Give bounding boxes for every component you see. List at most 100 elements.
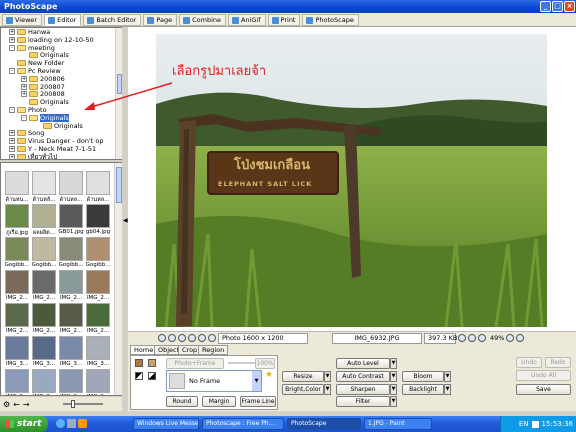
thumbnail-image[interactable] bbox=[5, 237, 29, 261]
auto-contrast-dropdown-icon[interactable]: ▼ bbox=[390, 371, 397, 382]
minimize-button[interactable]: _ bbox=[540, 1, 551, 12]
thumbnail-image[interactable] bbox=[5, 204, 29, 228]
compare-icon[interactable] bbox=[208, 334, 216, 342]
flip-icon[interactable] bbox=[178, 334, 186, 342]
expander-icon[interactable]: - bbox=[9, 68, 15, 74]
frame-style-icon[interactable] bbox=[135, 359, 143, 367]
expander-icon[interactable]: + bbox=[9, 153, 15, 159]
tree-node[interactable]: - Pc Review bbox=[9, 67, 61, 75]
thumbnail-image[interactable] bbox=[86, 303, 110, 327]
close-button[interactable]: × bbox=[564, 1, 575, 12]
bright-color-dropdown-icon[interactable]: ▼ bbox=[324, 384, 331, 395]
expander-icon[interactable]: + bbox=[21, 83, 27, 90]
thumbnail-image[interactable] bbox=[86, 204, 110, 228]
tree-node[interactable]: +200808 bbox=[21, 90, 65, 98]
tree-node[interactable]: - Originals bbox=[21, 113, 69, 122]
thumbnail-image[interactable] bbox=[5, 303, 29, 327]
sharpen-button[interactable]: Sharpen bbox=[336, 384, 390, 395]
auto-level-button[interactable]: Auto Level bbox=[336, 358, 390, 369]
thumbnail-image[interactable] bbox=[86, 237, 110, 261]
tree-node[interactable]: +200806 bbox=[21, 75, 65, 83]
tree-node[interactable]: + Song bbox=[9, 129, 44, 137]
save-button[interactable]: Save bbox=[516, 384, 571, 395]
resize-button[interactable]: Resize bbox=[282, 371, 324, 382]
thumbnail-image[interactable] bbox=[59, 336, 83, 360]
thumbnail-image[interactable] bbox=[86, 336, 110, 360]
filter-dropdown-icon[interactable]: ▼ bbox=[390, 396, 397, 407]
taskbar-button[interactable]: 1.JPG - Paint bbox=[364, 418, 432, 430]
tab-editor[interactable]: Editor bbox=[44, 14, 82, 26]
tab-combine[interactable]: Combine bbox=[179, 14, 227, 26]
zoom-reset-icon[interactable] bbox=[516, 334, 525, 342]
undo-button[interactable]: Undo bbox=[516, 357, 542, 368]
thumbnail-image[interactable] bbox=[59, 270, 83, 294]
rotate-right-icon[interactable] bbox=[168, 334, 176, 342]
star-icon[interactable]: ★ bbox=[265, 370, 273, 380]
round-button[interactable]: Round bbox=[166, 396, 198, 407]
tree-node[interactable]: +200807 bbox=[21, 83, 65, 91]
thumbnail-image[interactable] bbox=[59, 171, 83, 195]
tab-batch-editor[interactable]: Batch Editor bbox=[83, 14, 142, 26]
zoom-out-icon[interactable] bbox=[458, 334, 466, 342]
filter-button[interactable]: Filter bbox=[336, 396, 390, 407]
thumbnail-image[interactable] bbox=[5, 171, 29, 195]
thumbnail-image[interactable] bbox=[5, 270, 29, 294]
frame-slider[interactable] bbox=[228, 362, 258, 364]
bloom-dropdown-icon[interactable]: ▼ bbox=[444, 371, 451, 382]
settings-icon[interactable]: ⚙ bbox=[3, 400, 10, 409]
thumbnail-image[interactable] bbox=[32, 204, 56, 228]
thumbnail-size-slider[interactable] bbox=[62, 400, 103, 408]
rotate-left-icon[interactable] bbox=[158, 334, 166, 342]
thumbnail-image[interactable] bbox=[86, 171, 110, 195]
thumbnail-image[interactable] bbox=[32, 303, 56, 327]
collapse-arrow-icon[interactable]: ◀ bbox=[123, 217, 128, 224]
tree-node[interactable]: - Photo bbox=[9, 106, 47, 114]
frame-select[interactable]: No Frame ▼ bbox=[166, 370, 262, 392]
backlight-button[interactable]: Backlight bbox=[402, 384, 444, 395]
taskbar-button[interactable]: PhotoScape bbox=[287, 418, 361, 430]
zoom-in-icon[interactable] bbox=[506, 334, 515, 342]
thumbnail-image[interactable] bbox=[5, 336, 29, 360]
thumbnail-image[interactable] bbox=[59, 303, 83, 327]
expander-icon[interactable]: + bbox=[9, 130, 15, 137]
thumbnail-image[interactable] bbox=[59, 369, 83, 393]
undo-all-button[interactable]: Undo All bbox=[516, 370, 571, 381]
maximize-button[interactable]: □ bbox=[552, 1, 563, 12]
auto-contrast-button[interactable]: Auto Contrast bbox=[336, 371, 390, 382]
negative-icon[interactable] bbox=[148, 372, 156, 380]
thumbnail-grid[interactable]: ด้านหน... ด้านหลั... ด้านหล... ด้านหล... ภูเ… bbox=[0, 162, 122, 396]
expander-icon[interactable]: + bbox=[9, 29, 15, 35]
language-indicator[interactable]: EN bbox=[519, 420, 529, 428]
fullscreen-icon[interactable] bbox=[198, 334, 206, 342]
expander-icon[interactable]: - bbox=[9, 107, 15, 113]
tab-region[interactable]: Region bbox=[198, 345, 229, 355]
ie-icon[interactable] bbox=[56, 419, 65, 428]
desktop-icon[interactable] bbox=[67, 419, 76, 428]
forward-arrow-icon[interactable]: → bbox=[23, 400, 30, 409]
tree-node[interactable]: New Folder bbox=[9, 59, 64, 67]
thumbnail-image[interactable] bbox=[32, 369, 56, 393]
margin-button[interactable]: Margin bbox=[202, 396, 236, 407]
expander-icon[interactable]: + bbox=[9, 146, 15, 152]
frame-percent[interactable]: 100% bbox=[255, 358, 275, 369]
expander-icon[interactable]: + bbox=[9, 36, 15, 43]
expander-icon[interactable]: + bbox=[21, 75, 27, 82]
tab-print[interactable]: Print bbox=[267, 14, 301, 26]
photo-frame-button[interactable]: Photo+Frame bbox=[166, 358, 224, 369]
expander-icon[interactable]: - bbox=[21, 114, 27, 121]
start-button[interactable]: start bbox=[0, 416, 48, 432]
frame-style-alt-icon[interactable] bbox=[148, 359, 156, 367]
expander-icon[interactable]: - bbox=[9, 44, 15, 51]
tree-node[interactable]: Originals bbox=[35, 122, 83, 130]
tree-node[interactable]: - meeting bbox=[9, 44, 55, 52]
auto-level-dropdown-icon[interactable]: ▼ bbox=[390, 358, 397, 369]
expander-icon[interactable]: + bbox=[9, 138, 15, 145]
fit-icon[interactable] bbox=[468, 334, 476, 342]
thumbnail-image[interactable] bbox=[32, 237, 56, 261]
thumbnail-scrollbar[interactable] bbox=[114, 163, 122, 395]
tree-node[interactable]: Originals bbox=[21, 51, 69, 59]
thumbnail-image[interactable] bbox=[32, 171, 56, 195]
frame-line-button[interactable]: Frame Line bbox=[240, 396, 276, 407]
actual-size-icon[interactable] bbox=[478, 334, 486, 342]
tree-node[interactable]: + Hanwa bbox=[9, 28, 50, 36]
